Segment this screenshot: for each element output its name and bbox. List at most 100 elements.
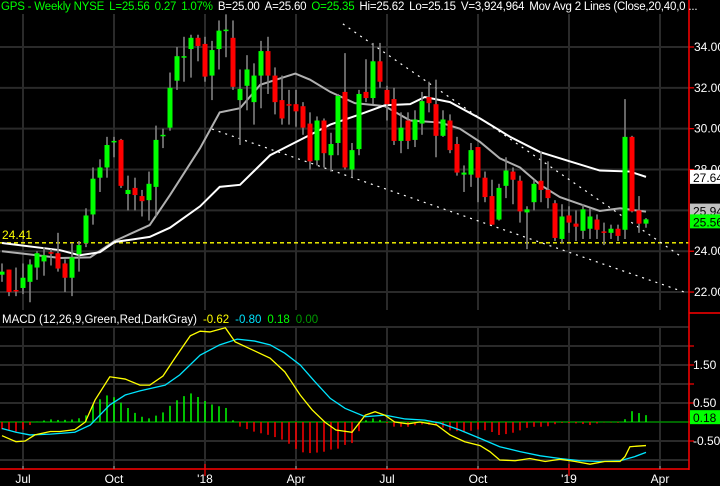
candle-up[interactable] [349, 150, 355, 170]
candle-up[interactable] [160, 134, 166, 137]
candle-up[interactable] [174, 56, 180, 81]
candle-up[interactable] [461, 172, 467, 175]
candle-down[interactable] [566, 215, 572, 223]
candle-down[interactable] [538, 180, 544, 190]
candle-down[interactable] [13, 289, 19, 292]
candle-up[interactable] [244, 69, 250, 86]
candle-up[interactable] [146, 183, 152, 201]
candle-up[interactable] [216, 30, 222, 50]
candle-up[interactable] [356, 93, 362, 150]
price-chart-header: GPS - Weekly NYSE L=25.56 0.27 1.07% B=25.00… [1, 1, 702, 17]
candle-up[interactable] [496, 187, 502, 220]
candle-down[interactable] [363, 91, 369, 99]
candle-up[interactable] [608, 228, 614, 233]
candle-up[interactable] [559, 216, 565, 239]
candle-up[interactable] [90, 178, 96, 215]
candle-down[interactable] [405, 120, 411, 141]
candle-down[interactable] [265, 51, 271, 76]
candle-up[interactable] [503, 170, 509, 186]
candle-down[interactable] [286, 104, 292, 106]
candle-down[interactable] [552, 203, 558, 238]
candle-up[interactable] [398, 127, 404, 141]
candle-down[interactable] [300, 106, 306, 128]
candle-down[interactable] [454, 143, 460, 173]
candle-down[interactable] [447, 120, 453, 151]
macd-header-part: MACD (12,26,9,Green,Red,DarkGray) [2, 314, 197, 326]
candle-up[interactable] [419, 101, 425, 124]
candle-up[interactable] [104, 145, 110, 168]
candle-down[interactable] [293, 104, 299, 112]
candle-up[interactable] [167, 87, 173, 128]
candle-up[interactable] [69, 257, 75, 278]
candle-down[interactable] [202, 43, 208, 77]
candle-up[interactable] [468, 150, 474, 175]
candle-up[interactable] [314, 120, 320, 161]
candle-down[interactable] [594, 219, 600, 230]
candle-down[interactable] [279, 100, 285, 119]
candle-up[interactable] [41, 255, 47, 262]
candle-up[interactable] [83, 215, 89, 244]
candle-down[interactable] [307, 123, 313, 162]
candle-up[interactable] [111, 140, 117, 143]
candle-up[interactable] [580, 209, 586, 231]
candle-up[interactable] [125, 189, 131, 195]
candle-up[interactable] [188, 37, 194, 50]
candle-down[interactable] [118, 139, 124, 186]
candle-up[interactable] [335, 96, 341, 143]
candle-down[interactable] [55, 253, 61, 269]
candle-up[interactable] [622, 136, 628, 230]
candle-up[interactable] [76, 245, 82, 255]
candle-down[interactable] [629, 136, 635, 212]
candle-up[interactable] [643, 219, 649, 224]
candle-up[interactable] [587, 216, 593, 229]
header-part: O=25.35 [311, 1, 355, 13]
header-part: Hi=25.62 [359, 1, 405, 13]
candle-up[interactable] [0, 271, 5, 275]
candle-up[interactable] [209, 50, 215, 76]
candle-up[interactable] [153, 139, 159, 187]
candle-down[interactable] [48, 252, 54, 254]
candle-down[interactable] [615, 228, 621, 236]
candle-down[interactable] [391, 99, 397, 141]
candle-up[interactable] [328, 143, 334, 156]
time-axis-label: Oct [469, 472, 488, 486]
candle-up[interactable] [27, 264, 33, 282]
candle-down[interactable] [272, 75, 278, 103]
candle-up[interactable] [524, 209, 530, 213]
candle-up[interactable] [251, 75, 257, 103]
price-and-macd-chart[interactable]: 24.4134.0032.0030.0028.0024.0022.001.500… [0, 0, 720, 486]
candle-down[interactable] [321, 120, 327, 154]
candle-down[interactable] [636, 210, 642, 224]
candle-up[interactable] [440, 119, 446, 136]
candle-down[interactable] [573, 223, 579, 227]
candle-up[interactable] [531, 183, 537, 203]
candle-down[interactable] [62, 263, 68, 278]
candle-up[interactable] [181, 56, 187, 58]
candle-up[interactable] [97, 167, 103, 178]
candle-down[interactable] [433, 104, 439, 136]
candle-down[interactable] [426, 97, 432, 104]
candle-down[interactable] [230, 37, 236, 87]
candle-down[interactable] [545, 189, 551, 199]
candle-down[interactable] [510, 171, 516, 180]
candle-up[interactable] [258, 51, 264, 76]
candle-down[interactable] [475, 147, 481, 178]
macd-axis-label: 1.50 [693, 358, 717, 372]
candle-down[interactable] [482, 177, 488, 198]
candle-up[interactable] [223, 29, 229, 32]
candle-down[interactable] [489, 196, 495, 225]
candle-down[interactable] [517, 180, 523, 212]
candle-up[interactable] [412, 119, 418, 140]
candle-down[interactable] [384, 89, 390, 105]
candle-up[interactable] [20, 277, 26, 288]
candle-down[interactable] [139, 196, 145, 202]
candle-down[interactable] [132, 187, 138, 196]
candle-up[interactable] [34, 253, 40, 268]
candle-down[interactable] [377, 61, 383, 82]
candle-down[interactable] [6, 269, 12, 293]
candle-down[interactable] [342, 91, 348, 168]
candle-down[interactable] [195, 37, 201, 46]
candle-down[interactable] [601, 231, 607, 233]
candle-up[interactable] [237, 88, 243, 101]
candle-up[interactable] [370, 61, 376, 99]
